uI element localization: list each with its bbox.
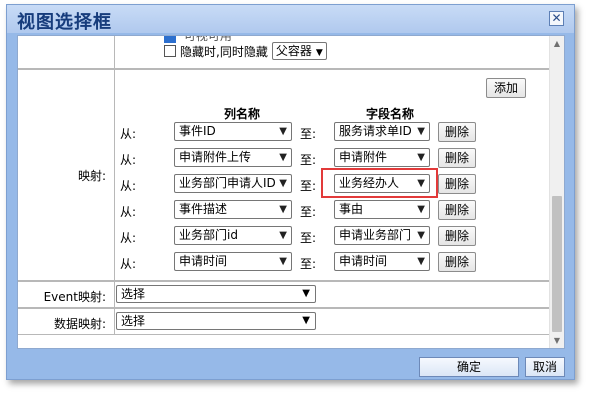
from-label: 从: xyxy=(120,231,137,245)
chevron-down-icon: ▼ xyxy=(279,204,287,215)
field-select-value: 申请时间 xyxy=(339,254,388,268)
mapping-label-cell: 映射: xyxy=(18,69,115,281)
to-label: 至: xyxy=(300,205,317,219)
field-select[interactable]: 服务请求单ID ▼ xyxy=(334,122,430,141)
delete-mapping-button[interactable]: 删除 xyxy=(438,252,476,272)
field-select[interactable]: 申请附件 ▼ xyxy=(334,148,430,167)
dialog-titlebar: 视图选择框 ✕ xyxy=(7,5,574,33)
scroll-down-icon[interactable]: ▼ xyxy=(550,333,564,348)
field-select[interactable]: 申请时间 ▼ xyxy=(334,252,430,271)
column-select-value: 申请时间 xyxy=(179,254,228,268)
from-label: 从: xyxy=(120,205,137,219)
column-select[interactable]: 业务部门id ▼ xyxy=(174,226,292,245)
column-select-value: 事件描述 xyxy=(179,202,228,216)
field-select-value: 申请附件 xyxy=(339,150,388,164)
cancel-button[interactable]: 取消 xyxy=(525,357,565,377)
delete-mapping-button[interactable]: 删除 xyxy=(438,148,476,168)
to-label: 至: xyxy=(300,231,317,245)
event-mapping-select[interactable]: 选择 ▼ xyxy=(116,285,316,303)
event-mapping-label: Event映射: xyxy=(43,290,106,304)
to-label: 至: xyxy=(300,153,317,167)
mapping-row: 从: 事件ID ▼ 至: 服务请求单ID ▼ 删除 xyxy=(116,122,496,142)
highlight-box xyxy=(321,168,438,198)
delete-mapping-button[interactable]: 删除 xyxy=(438,226,476,246)
to-label: 至: xyxy=(300,127,317,141)
chevron-down-icon: ▼ xyxy=(279,230,287,241)
chevron-down-icon: ▼ xyxy=(417,126,425,137)
field-select-value: 事由 xyxy=(339,202,364,216)
dialog-content: 可视可用 隐藏时,同时隐藏 父容器 ▼ 映射: 添加 列名称 字段名称 从: 事件I… xyxy=(17,35,565,349)
from-label: 从: xyxy=(120,127,137,141)
mapping-row: 从: 申请附件上传 ▼ 至: 申请附件 ▼ 删除 xyxy=(116,148,496,168)
event-mapping-label-cell: Event映射: xyxy=(18,281,115,308)
close-button[interactable]: ✕ xyxy=(549,11,564,26)
chevron-down-icon: ▼ xyxy=(279,178,287,189)
mapping-row: 从: 业务部门申请人ID ▼ 至: 业务经办人 ▼ 删除 xyxy=(116,174,496,194)
chevron-down-icon: ▼ xyxy=(279,126,287,137)
data-mapping-value: 选择 xyxy=(121,314,146,328)
chevron-down-icon: ▼ xyxy=(417,230,425,241)
dialog-title: 视图选择框 xyxy=(17,12,112,33)
mapping-row: 从: 事件描述 ▼ 至: 事由 ▼ 删除 xyxy=(116,200,496,220)
mapping-label: 映射: xyxy=(77,169,106,183)
from-label: 从: xyxy=(120,153,137,167)
field-select[interactable]: 申请业务部门 ▼ xyxy=(334,226,430,245)
data-mapping-label-cell: 数据映射: xyxy=(18,308,115,335)
event-mapping-value: 选择 xyxy=(121,287,146,301)
column-select[interactable]: 申请附件上传 ▼ xyxy=(174,148,292,167)
hide-together-row: 隐藏时,同时隐藏 父容器 ▼ xyxy=(164,42,327,60)
chevron-down-icon: ▼ xyxy=(315,48,323,58)
chevron-down-icon: ▼ xyxy=(302,288,310,299)
chevron-down-icon: ▼ xyxy=(417,204,425,215)
column-select-value: 业务部门申请人ID xyxy=(179,176,276,190)
delete-mapping-button[interactable]: 删除 xyxy=(438,174,476,194)
to-label: 至: xyxy=(300,257,317,271)
delete-mapping-button[interactable]: 删除 xyxy=(438,122,476,142)
top-label-cell xyxy=(18,36,115,69)
column-select[interactable]: 申请时间 ▼ xyxy=(174,252,292,271)
hide-together-checkbox[interactable] xyxy=(164,45,176,57)
field-name-header: 字段名称 xyxy=(366,107,415,121)
chevron-down-icon: ▼ xyxy=(417,152,425,163)
field-select[interactable]: 事由 ▼ xyxy=(334,200,430,219)
background-page xyxy=(574,0,602,401)
column-select-value: 事件ID xyxy=(179,124,216,138)
data-mapping-select[interactable]: 选择 ▼ xyxy=(116,312,316,330)
view-select-dialog: 视图选择框 ✕ 可视可用 隐藏时,同时隐藏 父容器 ▼ 映射: 添加 列名称 字段… xyxy=(6,4,575,380)
hide-target-value: 父容器 xyxy=(275,44,312,58)
add-mapping-button[interactable]: 添加 xyxy=(486,78,526,98)
chevron-down-icon: ▼ xyxy=(417,256,425,267)
data-mapping-label: 数据映射: xyxy=(53,317,106,331)
ok-button[interactable]: 确定 xyxy=(419,357,519,377)
close-icon: ✕ xyxy=(551,11,562,25)
mapping-row: 从: 业务部门id ▼ 至: 申请业务部门 ▼ 删除 xyxy=(116,226,496,246)
to-label: 至: xyxy=(300,179,317,193)
column-name-header: 列名称 xyxy=(224,107,261,121)
column-select-value: 申请附件上传 xyxy=(179,150,252,164)
chevron-down-icon: ▼ xyxy=(279,256,287,267)
mapping-row: 从: 申请时间 ▼ 至: 申请时间 ▼ 删除 xyxy=(116,252,496,272)
chevron-down-icon: ▼ xyxy=(302,315,310,326)
vertical-scrollbar[interactable]: ▲ ▼ xyxy=(549,36,564,348)
hide-target-select[interactable]: 父容器 ▼ xyxy=(271,42,327,60)
field-select-value: 申请业务部门 xyxy=(339,228,412,242)
chevron-down-icon: ▼ xyxy=(279,152,287,163)
from-label: 从: xyxy=(120,179,137,193)
column-select[interactable]: 事件描述 ▼ xyxy=(174,200,292,219)
from-label: 从: xyxy=(120,257,137,271)
hide-together-label: 隐藏时,同时隐藏 xyxy=(180,44,268,59)
scroll-up-icon[interactable]: ▲ xyxy=(550,36,564,51)
column-select[interactable]: 事件ID ▼ xyxy=(174,122,292,141)
column-select[interactable]: 业务部门申请人ID ▼ xyxy=(174,174,292,193)
column-select-value: 业务部门id xyxy=(179,228,238,242)
delete-mapping-button[interactable]: 删除 xyxy=(438,200,476,220)
field-select-value: 服务请求单ID xyxy=(339,124,412,138)
scrollbar-thumb[interactable] xyxy=(552,196,562,332)
